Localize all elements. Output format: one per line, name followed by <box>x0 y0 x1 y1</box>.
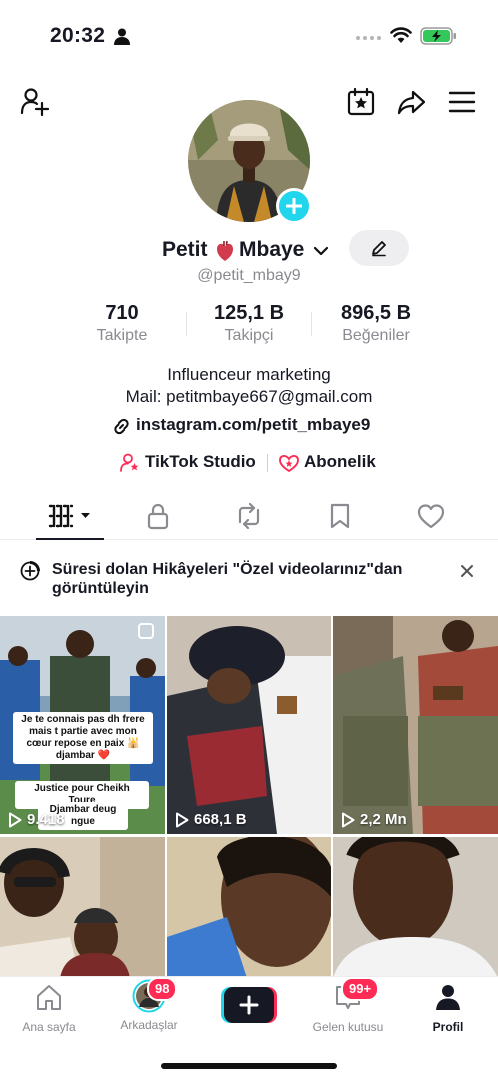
stat-likes[interactable]: 896,5 B Beğeniler <box>318 302 434 345</box>
profile-icon <box>436 985 460 1010</box>
repost-icon <box>238 502 260 530</box>
wifi-icon <box>390 27 412 43</box>
video-thumbnail[interactable] <box>167 837 331 978</box>
nav-home[interactable]: Ana sayfa <box>4 983 94 1034</box>
creator-tools-row: TikTok Studio Abonelik <box>0 450 498 476</box>
chevron-down-icon <box>313 246 329 256</box>
view-count-value: 2,2 Mn <box>360 811 407 828</box>
profile-bio: Influenceur marketing Mail: petitmbaye66… <box>0 364 498 408</box>
person-star-icon <box>120 453 139 472</box>
bio-line-2: Mail: petitmbaye667@gmail.com <box>125 387 373 406</box>
stat-followers-value: 125,1 B <box>213 302 285 324</box>
profile-stats: 710 Takipte 125,1 B Takipçi 896,5 B Beğe… <box>0 302 498 352</box>
bio-line-1: Influenceur marketing <box>167 365 331 384</box>
create-button[interactable] <box>221 987 277 1023</box>
friends-badge: 98 <box>147 977 178 1001</box>
stat-divider <box>311 312 312 336</box>
video-thumbnail[interactable]: 668,1 B <box>167 616 331 834</box>
calendar-star-button[interactable] <box>345 86 377 118</box>
stat-followers-label: Takipçi <box>224 327 274 344</box>
video-thumbnail[interactable]: Je te connais pas dh frere mais t partie… <box>0 616 165 834</box>
video-thumbnail[interactable]: 2,2 Mn <box>333 616 498 834</box>
profile-tabs <box>0 496 498 540</box>
video-thumbnail-image <box>167 616 331 834</box>
add-avatar-button[interactable] <box>276 188 312 224</box>
stat-likes-value: 896,5 B <box>340 302 412 324</box>
profile-name-first: Petit <box>162 238 208 261</box>
nav-inbox-label: Gelen kutusu <box>312 1020 384 1034</box>
nav-home-label: Ana sayfa <box>22 1020 76 1034</box>
edit-profile-button[interactable] <box>349 230 409 266</box>
pencil-icon <box>372 241 386 257</box>
nav-profile-label: Profil <box>432 1020 464 1034</box>
hamburger-menu-icon <box>448 91 476 113</box>
nav-profile[interactable]: Profil <box>403 983 493 1034</box>
heart-icon <box>417 504 445 529</box>
status-bar: 20:32 <box>0 0 498 72</box>
video-thumbnail-image <box>333 616 498 834</box>
status-time: 20:32 <box>50 24 106 47</box>
view-count: 9.418 <box>8 811 65 828</box>
stat-followers[interactable]: 125,1 B Takipçi <box>189 302 309 345</box>
add-friend-button[interactable] <box>18 86 50 118</box>
view-count-value: 9.418 <box>27 811 65 828</box>
story-banner-text: Süresi dolan Hikâyeleri "Özel videoların… <box>52 561 403 597</box>
video-caption-overlay: Je te connais pas dh frere mais t partie… <box>13 712 153 764</box>
anatomical-heart-icon <box>217 240 233 261</box>
video-grid: Je te connais pas dh frere mais t partie… <box>0 616 498 978</box>
stat-following-value: 710 <box>105 302 139 324</box>
stat-following-label: Takipte <box>96 327 148 344</box>
view-count: 2,2 Mn <box>341 811 407 828</box>
nav-friends-label: Arkadaşlar <box>120 1018 178 1032</box>
video-thumbnail-image <box>333 837 498 978</box>
profile-name-row[interactable]: Petit Mbaye <box>0 236 498 268</box>
close-icon[interactable] <box>458 562 476 580</box>
play-icon <box>342 812 355 827</box>
divider <box>267 454 268 472</box>
menu-button[interactable] <box>446 86 478 118</box>
signal-dots-icon <box>356 36 381 40</box>
play-icon <box>176 812 189 827</box>
tab-reposts[interactable] <box>219 496 279 536</box>
video-thumbnail[interactable] <box>0 837 165 978</box>
profile-name-last: Mbaye <box>239 238 305 261</box>
video-thumbnail-image <box>167 837 331 978</box>
battery-charging-icon <box>420 27 456 45</box>
video-thumbnail-image <box>0 837 165 978</box>
tiktok-studio-link[interactable]: TikTok Studio <box>145 452 256 472</box>
active-tab-indicator <box>36 538 104 540</box>
subscription-link[interactable]: Abonelik <box>304 452 376 472</box>
stat-divider <box>186 312 187 336</box>
stat-following[interactable]: 710 Takipte <box>72 302 172 345</box>
home-icon <box>37 985 61 1010</box>
stat-likes-label: Beğeniler <box>342 327 410 344</box>
view-count-value: 668,1 B <box>194 811 247 828</box>
story-add-icon <box>20 561 40 581</box>
tab-private[interactable] <box>128 496 188 536</box>
link-icon <box>114 418 129 435</box>
link-text: instagram.com/petit_mbaye9 <box>136 415 371 434</box>
subscription-heart-icon <box>279 454 299 473</box>
video-grid-icon <box>48 504 90 528</box>
plus-icon <box>286 198 302 214</box>
play-icon <box>9 812 22 827</box>
add-person-icon <box>20 88 49 117</box>
lock-icon <box>147 503 169 530</box>
home-indicator <box>161 1063 337 1069</box>
person-icon <box>114 28 130 45</box>
share-button[interactable] <box>395 86 427 118</box>
bookmark-icon <box>330 503 350 529</box>
tab-liked[interactable] <box>401 496 461 536</box>
inbox-badge: 99+ <box>341 977 380 1001</box>
tab-videos[interactable] <box>40 496 100 536</box>
view-count: 668,1 B <box>175 811 247 828</box>
create-plus-icon <box>221 987 277 1023</box>
expired-stories-banner[interactable]: Süresi dolan Hikâyeleri "Özel videoların… <box>0 552 498 608</box>
profile-link[interactable]: instagram.com/petit_mbaye9 <box>0 414 498 438</box>
video-thumbnail[interactable] <box>333 837 498 978</box>
share-arrow-icon <box>397 90 426 115</box>
tab-favorites[interactable] <box>310 496 370 536</box>
calendar-star-icon <box>347 87 375 116</box>
profile-handle: @petit_mbay9 <box>197 267 301 284</box>
